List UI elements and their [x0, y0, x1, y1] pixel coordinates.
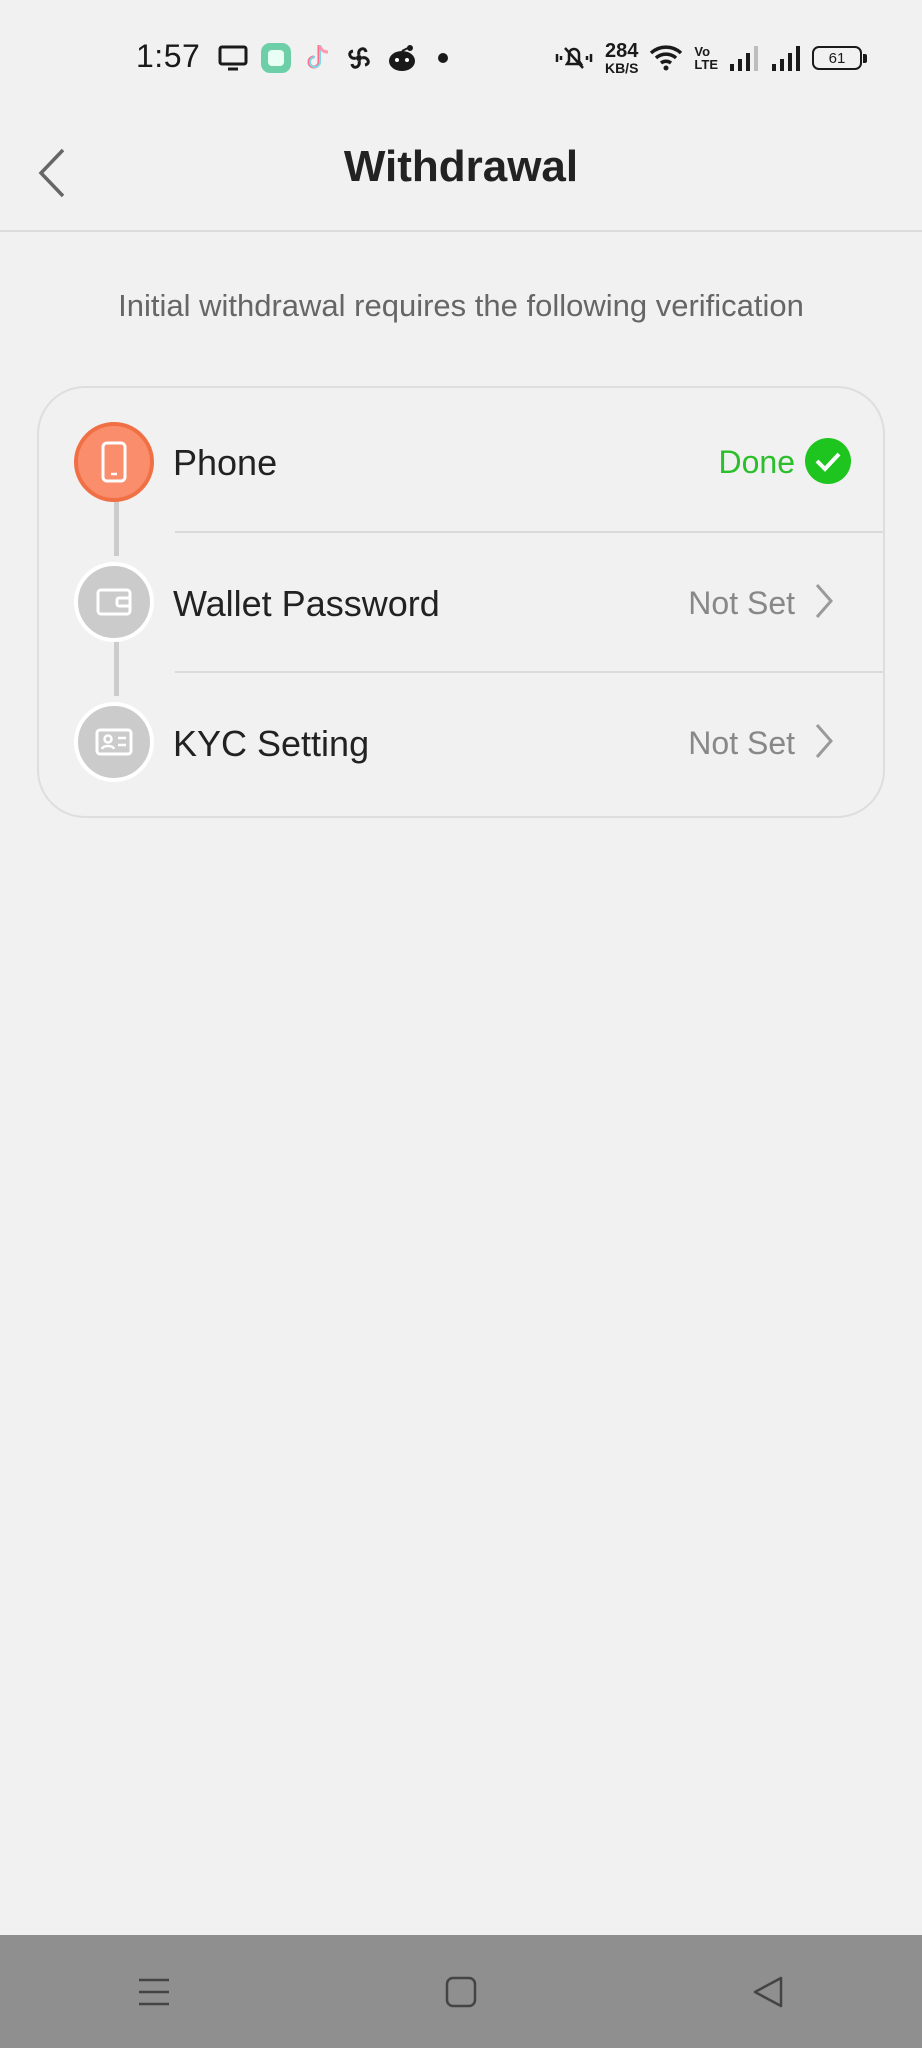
step-label: Phone — [173, 442, 278, 483]
mute-bell-icon — [553, 42, 595, 74]
wifi-icon — [648, 43, 684, 73]
app-square-icon — [260, 42, 292, 74]
step-row-kyc-setting[interactable]: KYC Setting Not Set — [39, 673, 885, 813]
id-card-icon — [74, 702, 154, 782]
nav-menu-button[interactable] — [109, 1952, 199, 2032]
menu-icon — [138, 1978, 169, 2005]
signal-icon-2 — [770, 43, 802, 73]
check-circle-icon — [805, 438, 851, 484]
notification-icons — [218, 40, 456, 76]
dot-icon — [430, 48, 456, 68]
step-label: Wallet Password — [173, 583, 440, 624]
step-status: Done — [718, 444, 796, 480]
chevron-right-icon — [811, 581, 837, 621]
header: Withdrawal — [0, 118, 922, 232]
network-speed-value: 284 — [604, 40, 639, 62]
verification-subtitle: Initial withdrawal requires the followin… — [118, 288, 804, 323]
tiktok-icon — [304, 42, 332, 74]
tv-icon — [218, 44, 248, 72]
phone-icon — [74, 422, 154, 502]
battery-level: 61 — [828, 49, 846, 67]
signal-icon-1 — [728, 43, 760, 73]
battery-icon: 61 — [812, 46, 867, 70]
volte-bottom: LTE — [694, 57, 718, 72]
volte-indicator: Vo LTE — [694, 45, 718, 71]
navigation-bar — [0, 1935, 922, 2048]
verification-card: Phone Done Wallet Password Not Set KYC S… — [37, 386, 885, 818]
pinwheel-icon — [344, 43, 374, 73]
wallet-icon — [74, 562, 154, 642]
status-bar: 1:57 284 KB/S Vo LTE 61 — [0, 0, 922, 118]
reddit-icon — [386, 43, 418, 73]
step-status: Not Set — [688, 585, 795, 621]
network-speed: 284 KB/S — [605, 41, 638, 75]
nav-back-button[interactable] — [723, 1952, 813, 2032]
back-triangle-icon — [754, 1976, 783, 2007]
nav-home-button[interactable] — [416, 1952, 506, 2032]
step-row-phone[interactable]: Phone Done — [39, 388, 885, 528]
page-title: Withdrawal — [343, 142, 579, 191]
step-label: KYC Setting — [173, 723, 370, 764]
status-time: 1:57 — [136, 38, 201, 74]
system-icons: 284 KB/S Vo LTE 61 — [553, 38, 867, 78]
chevron-right-icon — [811, 721, 837, 761]
step-row-wallet-password[interactable]: Wallet Password Not Set — [39, 533, 885, 673]
step-status: Not Set — [688, 725, 795, 761]
screen: 1:57 284 KB/S Vo LTE 61 Withdrawal Initi… — [0, 0, 922, 2048]
home-square-icon — [445, 1976, 477, 2007]
network-speed-unit: KB/S — [604, 60, 639, 76]
